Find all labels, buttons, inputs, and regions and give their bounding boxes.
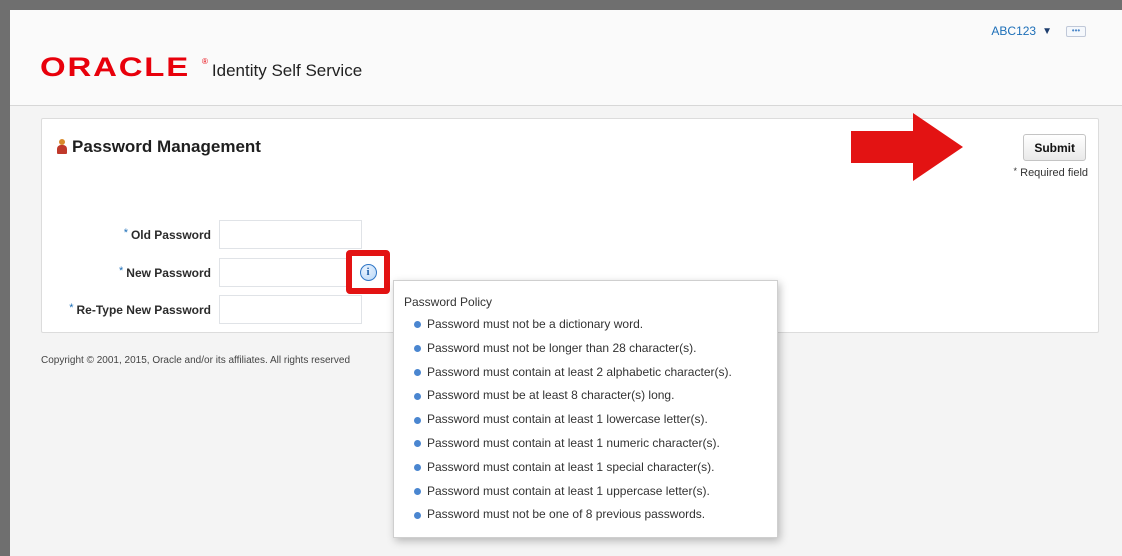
policy-rule-text: Password must be at least 8 character(s)… bbox=[427, 388, 675, 403]
policy-title: Password Policy bbox=[404, 295, 493, 309]
oracle-logo: ORACLE ® Identity Self Service bbox=[40, 52, 362, 83]
new-password-label: * New Password bbox=[42, 264, 219, 280]
more-icon[interactable]: ••• bbox=[1066, 25, 1086, 37]
page-title: Password Management bbox=[56, 137, 261, 157]
form-row-old-password: * Old Password bbox=[42, 220, 362, 249]
new-password-label-text: New Password bbox=[126, 265, 211, 280]
info-icon-highlight[interactable]: i bbox=[346, 250, 390, 294]
policy-list: Password must not be a dictionary word. P… bbox=[404, 313, 777, 527]
arrow-shape bbox=[851, 113, 963, 181]
required-marker: * bbox=[123, 226, 128, 239]
app-header: ORACLE ® Identity Self Service ABC123 ▼ … bbox=[10, 10, 1122, 106]
bullet-icon bbox=[414, 440, 421, 448]
chevron-down-icon[interactable]: ▼ bbox=[1042, 26, 1052, 37]
policy-rule: Password must not be one of 8 previous p… bbox=[414, 503, 777, 527]
retype-password-label-text: Re-Type New Password bbox=[76, 302, 211, 317]
policy-rule: Password must contain at least 1 special… bbox=[414, 456, 777, 480]
policy-rule-text: Password must not be longer than 28 char… bbox=[427, 340, 697, 355]
retype-password-label: * Re-Type New Password bbox=[42, 301, 219, 317]
user-menu[interactable]: ABC123 ▼ ••• bbox=[991, 24, 1086, 38]
submit-button[interactable]: Submit bbox=[1023, 134, 1086, 161]
policy-rule: Password must contain at least 1 lowerca… bbox=[414, 408, 777, 432]
required-star: * bbox=[1013, 166, 1018, 176]
required-field-note: * Required field bbox=[1013, 166, 1088, 179]
old-password-label-text: Old Password bbox=[130, 227, 211, 242]
required-field-text: Required field bbox=[1020, 167, 1088, 179]
old-password-input[interactable] bbox=[219, 220, 362, 249]
form-row-retype-password: * Re-Type New Password bbox=[42, 295, 362, 324]
red-arrow-annotation bbox=[851, 113, 963, 181]
policy-rule: Password must contain at least 1 upperca… bbox=[414, 480, 777, 504]
logo-mark: ORACLE bbox=[40, 52, 191, 82]
bullet-icon bbox=[414, 392, 421, 400]
policy-rule-text: Password must contain at least 1 special… bbox=[427, 459, 715, 474]
policy-rule-text: Password must contain at least 1 lowerca… bbox=[427, 412, 708, 427]
user-name[interactable]: ABC123 bbox=[991, 24, 1036, 38]
policy-rule-text: Password must not be a dictionary word. bbox=[427, 317, 644, 331]
retype-password-input[interactable] bbox=[219, 295, 362, 324]
required-marker: * bbox=[119, 264, 124, 277]
person-icon bbox=[56, 139, 68, 155]
new-password-input[interactable] bbox=[219, 258, 362, 287]
policy-rule-text: Password must contain at least 1 upperca… bbox=[427, 483, 710, 498]
policy-rule: Password must not be longer than 28 char… bbox=[414, 337, 777, 361]
policy-rule-text: Password must not be one of 8 previous p… bbox=[427, 507, 706, 522]
required-marker: * bbox=[69, 301, 74, 314]
bullet-icon bbox=[414, 487, 421, 495]
info-icon[interactable]: i bbox=[359, 263, 377, 281]
policy-rule-text: Password must contain at least 2 alphabe… bbox=[427, 364, 732, 379]
bullet-icon bbox=[414, 345, 421, 353]
copyright-text: Copyright © 2001, 2015, Oracle and/or it… bbox=[41, 355, 351, 366]
page-title-text: Password Management bbox=[72, 137, 261, 156]
form-row-new-password: * New Password bbox=[42, 258, 362, 287]
policy-rule-text: Password must contain at least 1 numeric… bbox=[427, 435, 720, 450]
policy-rule: Password must be at least 8 character(s)… bbox=[414, 384, 777, 408]
policy-rule: Password must contain at least 1 numeric… bbox=[414, 432, 777, 456]
bullet-icon bbox=[414, 511, 421, 519]
bullet-icon bbox=[414, 368, 421, 376]
logo-registered-mark: ® bbox=[202, 57, 208, 66]
app-window: ORACLE ® Identity Self Service ABC123 ▼ … bbox=[0, 0, 1122, 556]
old-password-label: * Old Password bbox=[42, 226, 219, 242]
bullet-icon bbox=[414, 321, 421, 329]
password-policy-popup: Password Policy Password must not be a d… bbox=[393, 280, 778, 538]
policy-rule: Password must contain at least 2 alphabe… bbox=[414, 361, 777, 385]
bullet-icon bbox=[414, 464, 421, 472]
policy-rule: Password must not be a dictionary word. bbox=[414, 313, 777, 337]
bullet-icon bbox=[414, 416, 421, 424]
